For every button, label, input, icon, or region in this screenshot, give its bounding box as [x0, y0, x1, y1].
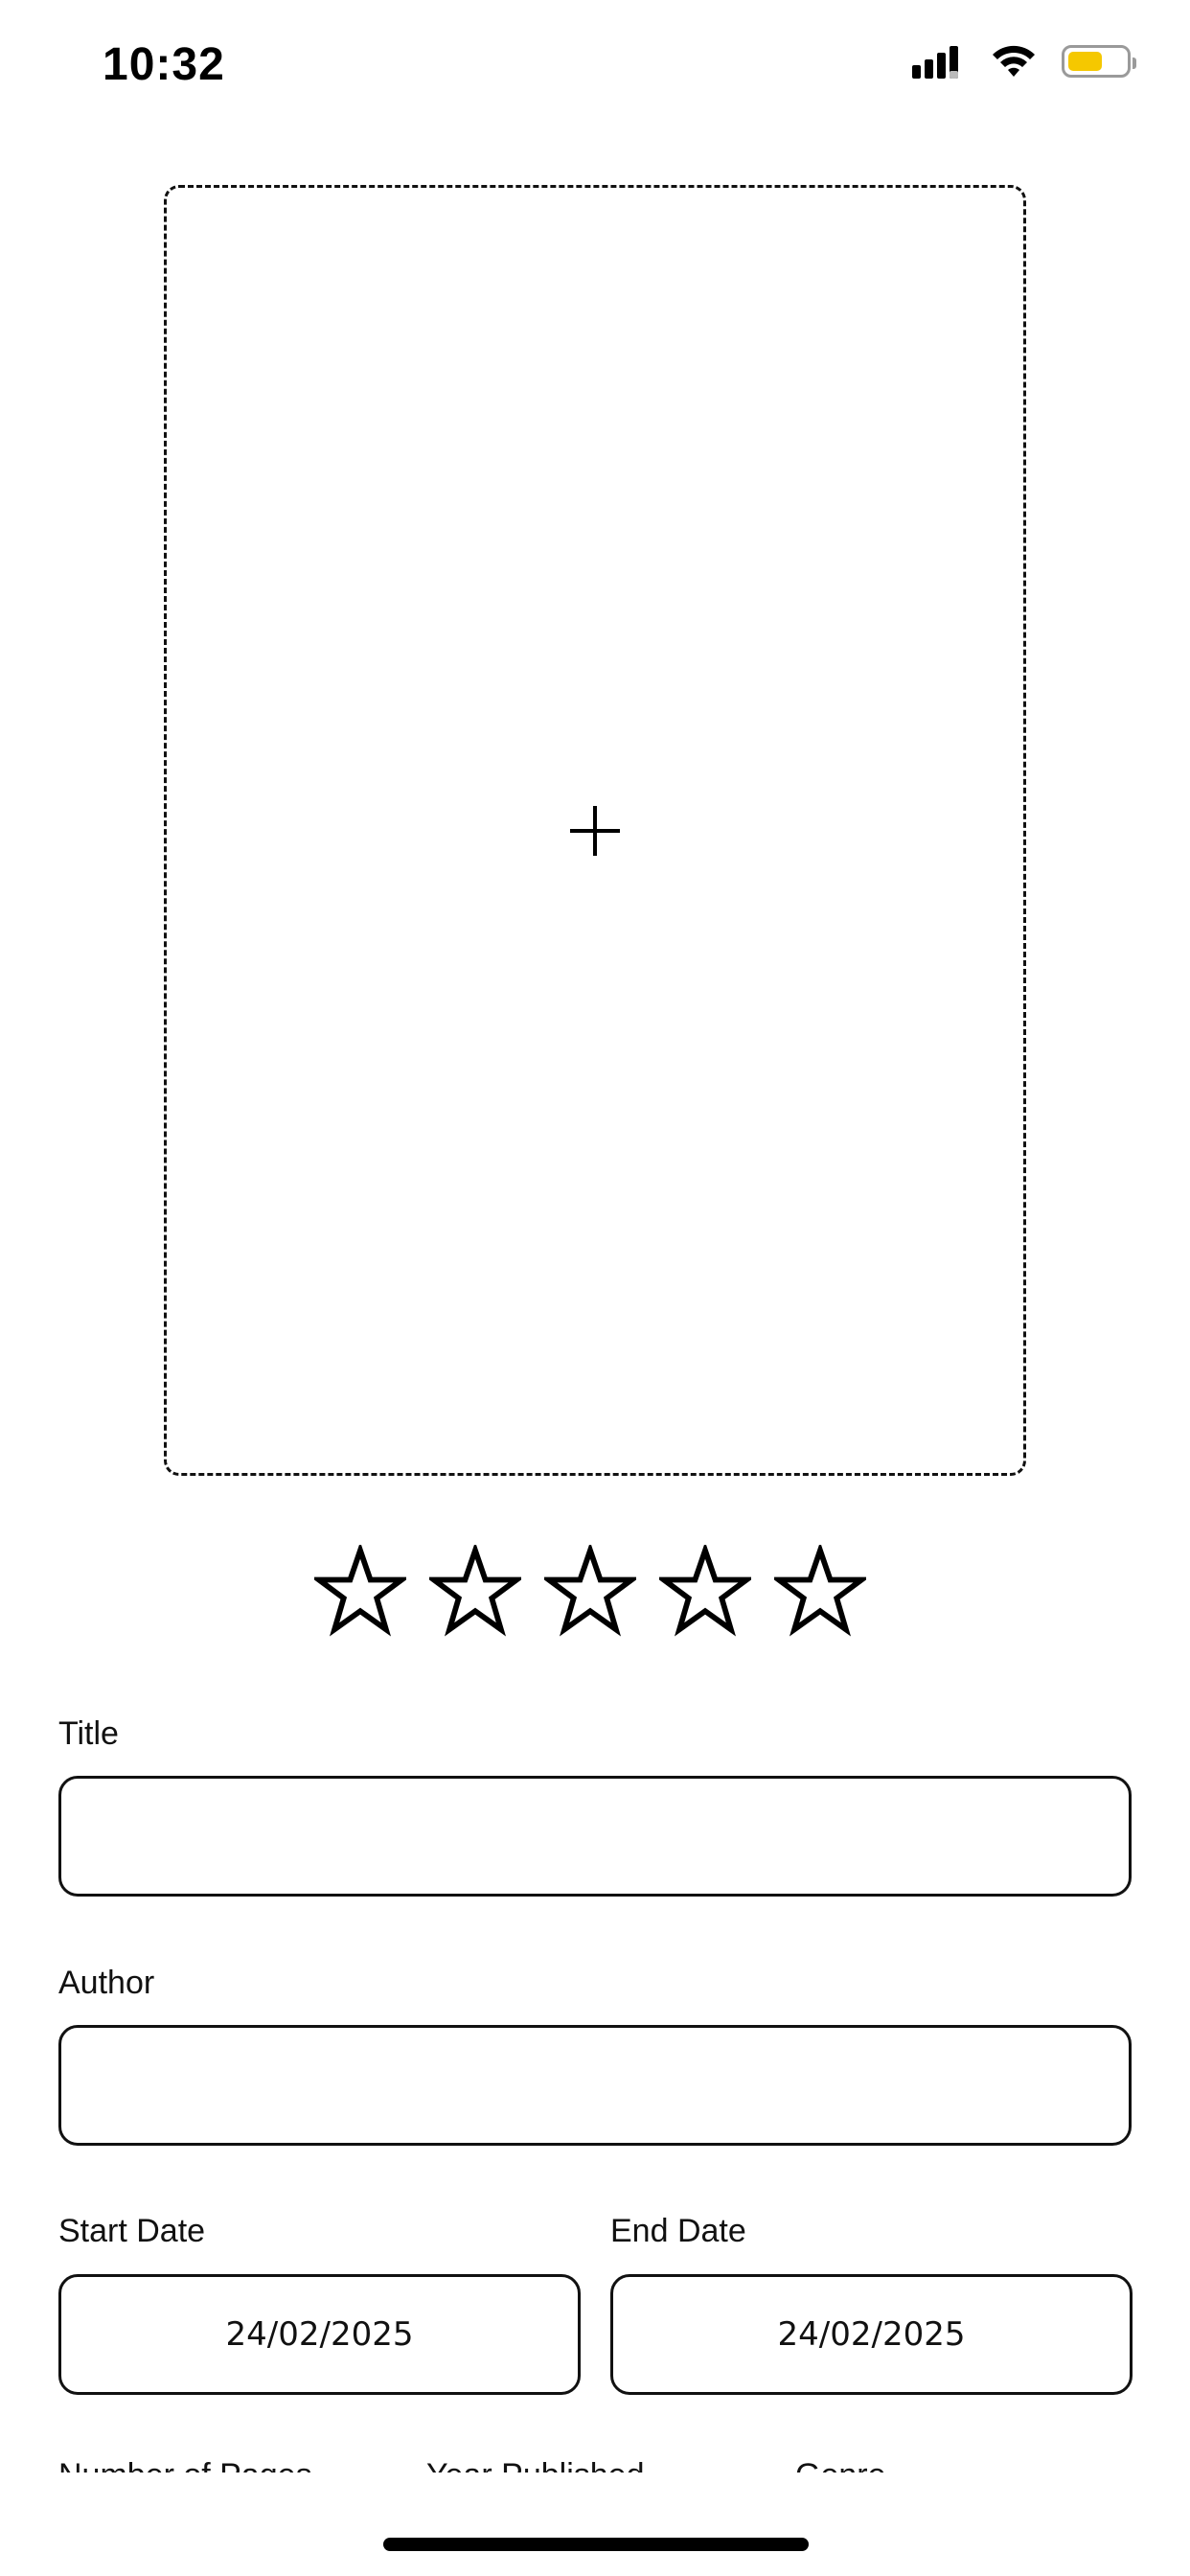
- status-icons: [912, 44, 1136, 79]
- partially-visible-labels: Number of Pages Year Published Genre: [0, 2453, 1190, 2472]
- start-date-field[interactable]: 24/02/2025: [58, 2274, 581, 2395]
- signal-icon: [912, 46, 958, 79]
- title-field[interactable]: [58, 1776, 1132, 1897]
- cover-image-picker[interactable]: [164, 185, 1026, 1476]
- pages-label: Number of Pages: [58, 2457, 312, 2472]
- author-input[interactable]: [61, 2028, 1129, 2143]
- battery-icon: [1062, 45, 1136, 78]
- home-indicator[interactable]: [383, 2538, 809, 2551]
- author-label: Author: [58, 1965, 155, 2001]
- plus-icon: [570, 805, 620, 856]
- title-label: Title: [58, 1715, 119, 1752]
- star-icon-5[interactable]: [774, 1545, 866, 1637]
- battery-level: [1068, 52, 1102, 71]
- author-field[interactable]: [58, 2025, 1132, 2146]
- star-icon-4[interactable]: [659, 1545, 751, 1637]
- year-published-label: Year Published: [426, 2457, 644, 2472]
- start-date-label: Start Date: [58, 2213, 206, 2249]
- star-rating[interactable]: [314, 1545, 866, 1637]
- star-icon-1[interactable]: [314, 1545, 406, 1637]
- end-date-label: End Date: [610, 2213, 746, 2249]
- end-date-field[interactable]: 24/02/2025: [610, 2274, 1133, 2395]
- star-icon-2[interactable]: [429, 1545, 521, 1637]
- add-book-screen: 10:32 Title Author Start Date End Date 2…: [0, 0, 1190, 2576]
- genre-label: Genre: [795, 2457, 886, 2472]
- star-icon-3[interactable]: [544, 1545, 636, 1637]
- wifi-icon: [993, 45, 1035, 77]
- title-input[interactable]: [61, 1779, 1129, 1894]
- status-time: 10:32: [103, 39, 225, 90]
